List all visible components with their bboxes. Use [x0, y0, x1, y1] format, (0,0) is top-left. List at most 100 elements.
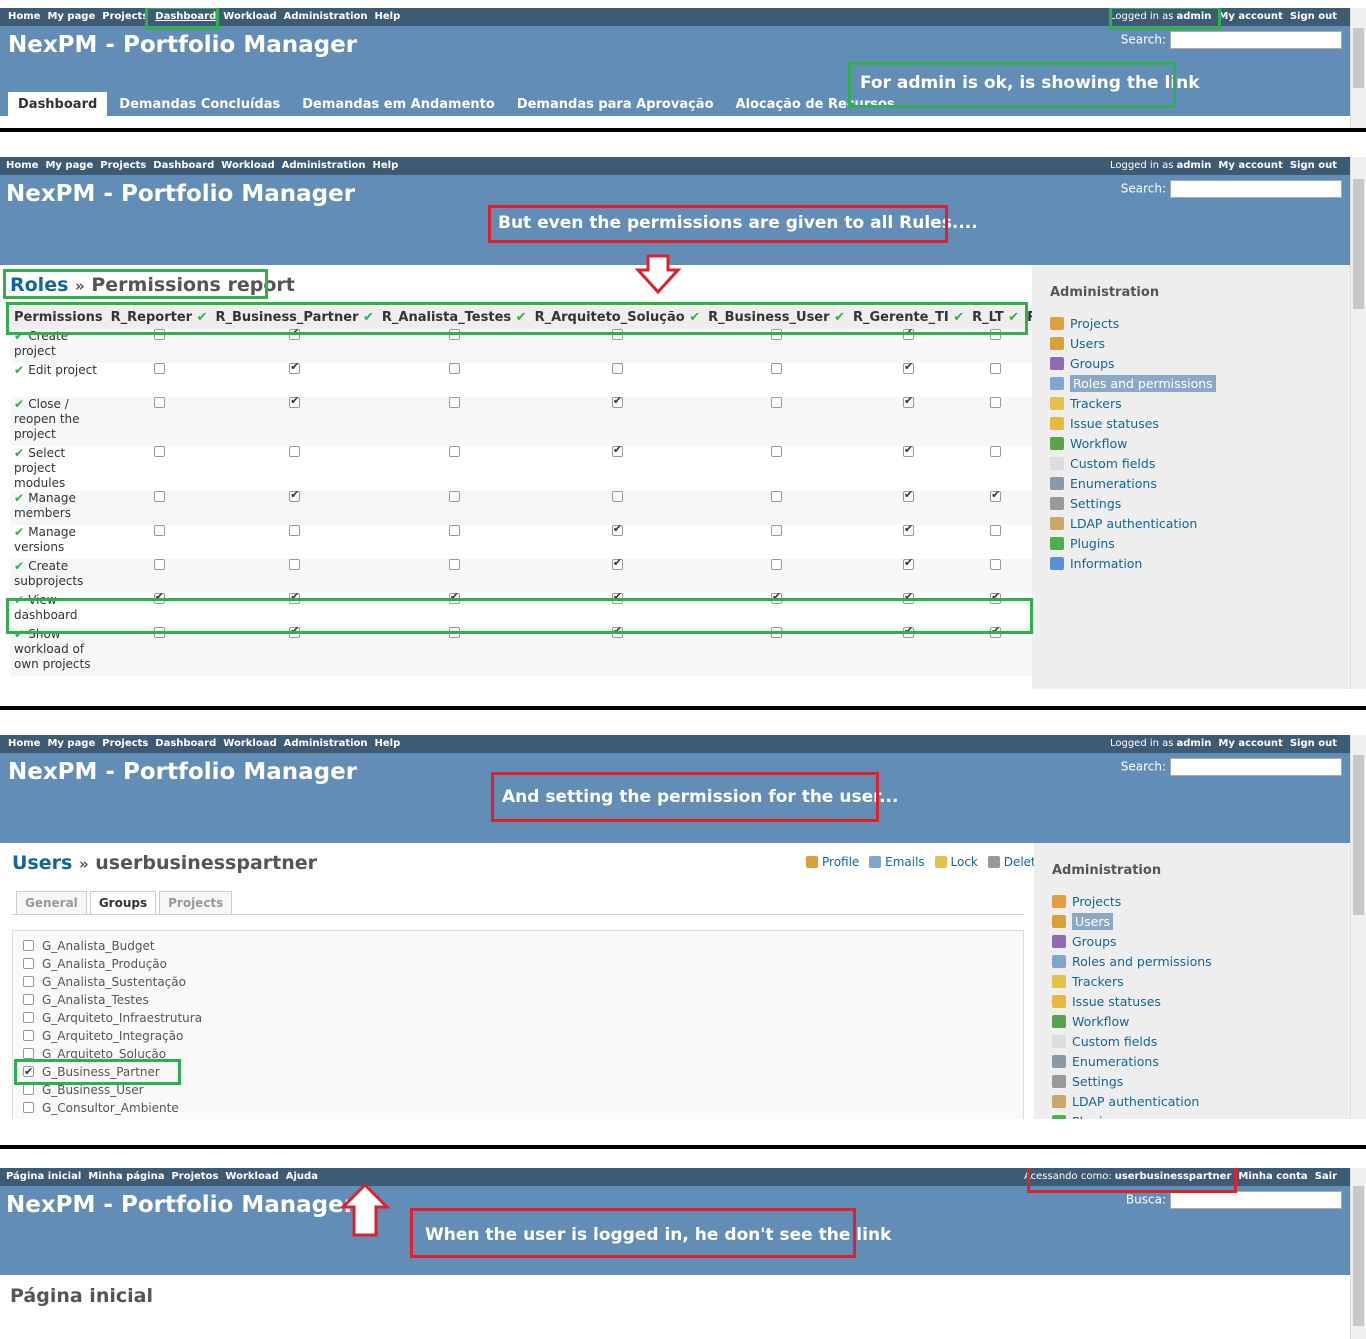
group-checkbox[interactable] [23, 1012, 34, 1023]
sidebar-item-plugins[interactable]: Plugins [1050, 534, 1350, 554]
check-row-icon[interactable]: ✔ [14, 559, 28, 573]
permission-checkbox[interactable] [153, 559, 165, 570]
permission-checkbox[interactable] [611, 556, 623, 570]
sidebar-item-workflow[interactable]: Workflow [1050, 434, 1350, 454]
sidebar-item-users[interactable]: Users [1050, 334, 1350, 354]
menu-administration[interactable]: Administration [284, 11, 368, 22]
menu-ajuda[interactable]: Ajuda [286, 1171, 318, 1182]
permission-checkbox[interactable] [903, 394, 915, 408]
sidebar-item-groups[interactable]: Groups [1050, 354, 1350, 374]
sidebar-item-workflow[interactable]: Workflow [1052, 1012, 1350, 1032]
group-item[interactable]: G_Analista_Sustentação [23, 973, 1023, 991]
sign-out-link[interactable]: Sign out [1290, 160, 1337, 171]
search-input[interactable] [1170, 758, 1342, 776]
permission-checkbox[interactable] [153, 397, 165, 408]
permission-checkbox[interactable] [448, 491, 460, 502]
permission-checkbox[interactable] [903, 360, 915, 374]
check-row-icon[interactable]: ✔ [14, 397, 28, 411]
permission-checkbox[interactable] [771, 397, 783, 408]
menu-administration[interactable]: Administration [282, 160, 366, 171]
sidebar-item-projects[interactable]: Projects [1052, 892, 1350, 912]
logged-in-user[interactable]: admin [1177, 160, 1212, 171]
sidebar-item-roles-and-permissions[interactable]: Roles and permissions [1050, 374, 1350, 394]
permission-checkbox[interactable] [289, 525, 301, 536]
check-row-icon[interactable]: ✔ [14, 446, 28, 460]
sidebar-item-projects[interactable]: Projects [1050, 314, 1350, 334]
tab-demandas-andamento[interactable]: Demandas em Andamento [292, 92, 505, 116]
sidebar-item-issue-statuses[interactable]: Issue statuses [1050, 414, 1350, 434]
group-checkbox[interactable] [23, 994, 34, 1005]
scrollbar[interactable] [1350, 735, 1366, 1119]
group-item[interactable]: G_Analista_Produção [23, 955, 1023, 973]
sidebar-item-custom-fields[interactable]: Custom fields [1052, 1032, 1350, 1052]
group-checkbox[interactable] [23, 1084, 34, 1095]
permission-checkbox[interactable] [990, 559, 1002, 570]
menu-pagina-inicial[interactable]: Página inicial [6, 1171, 81, 1182]
permission-checkbox[interactable] [771, 525, 783, 536]
permission-checkbox[interactable] [990, 363, 1002, 374]
group-checkbox[interactable] [23, 1048, 34, 1059]
group-checkbox[interactable] [23, 1102, 34, 1113]
check-row-icon[interactable]: ✔ [14, 525, 28, 539]
menu-dashboard[interactable]: Dashboard [155, 738, 216, 749]
permission-checkbox[interactable] [903, 443, 915, 457]
my-account-link[interactable]: My account [1218, 738, 1282, 749]
tab-groups[interactable]: Groups [89, 891, 157, 914]
sidebar-item-users[interactable]: Users [1052, 912, 1350, 932]
scroll-thumb[interactable] [1353, 755, 1364, 915]
menu-projects[interactable]: Projects [100, 160, 146, 171]
search-input[interactable] [1170, 1191, 1342, 1209]
permission-checkbox[interactable] [448, 525, 460, 536]
menu-workload[interactable]: Workload [225, 1171, 278, 1182]
permission-checkbox[interactable] [990, 488, 1002, 502]
permission-checkbox[interactable] [611, 363, 623, 374]
sign-out-link[interactable]: Sign out [1290, 11, 1337, 22]
scrollbar[interactable] [1350, 1168, 1366, 1339]
menu-workload[interactable]: Workload [223, 738, 276, 749]
sidebar-item-settings[interactable]: Settings [1050, 494, 1350, 514]
permission-checkbox[interactable] [153, 491, 165, 502]
permission-checkbox[interactable] [903, 488, 915, 502]
menu-dashboard[interactable]: Dashboard [153, 160, 214, 171]
sign-out-link[interactable]: Sair [1315, 1171, 1337, 1182]
menu-help[interactable]: Help [375, 738, 401, 749]
permission-checkbox[interactable] [448, 446, 460, 457]
sidebar-item-custom-fields[interactable]: Custom fields [1050, 454, 1350, 474]
group-checkbox[interactable] [23, 940, 34, 951]
permission-checkbox[interactable] [289, 559, 301, 570]
group-checkbox[interactable] [23, 958, 34, 969]
tab-general[interactable]: General [16, 891, 87, 914]
lock-link[interactable]: Lock [951, 855, 978, 869]
sign-out-link[interactable]: Sign out [1290, 738, 1337, 749]
sidebar-item-groups[interactable]: Groups [1052, 932, 1350, 952]
menu-projetos[interactable]: Projetos [171, 1171, 218, 1182]
permission-checkbox[interactable] [771, 559, 783, 570]
scroll-thumb[interactable] [1353, 28, 1364, 88]
menu-home[interactable]: Home [6, 160, 38, 171]
permission-checkbox[interactable] [153, 446, 165, 457]
tab-demandas-aprovacao[interactable]: Demandas para Aprovação [507, 92, 724, 116]
menu-home[interactable]: Home [8, 738, 40, 749]
group-checkbox[interactable] [23, 976, 34, 987]
my-account-link[interactable]: My account [1218, 11, 1282, 22]
check-row-icon[interactable]: ✔ [14, 491, 28, 505]
menu-projects[interactable]: Projects [102, 738, 148, 749]
my-account-link[interactable]: My account [1218, 160, 1282, 171]
permission-checkbox[interactable] [771, 446, 783, 457]
permission-checkbox[interactable] [990, 525, 1002, 536]
menu-help[interactable]: Help [373, 160, 399, 171]
permission-checkbox[interactable] [153, 525, 165, 536]
profile-link[interactable]: Profile [822, 855, 859, 869]
search-input[interactable] [1170, 180, 1342, 198]
group-item[interactable]: G_Arquiteto_Integração [23, 1027, 1023, 1045]
tab-demandas-concluidas[interactable]: Demandas Concluídas [109, 92, 290, 116]
scroll-thumb[interactable] [1353, 1186, 1364, 1326]
permission-checkbox[interactable] [611, 491, 623, 502]
tab-dashboard[interactable]: Dashboard [8, 92, 108, 116]
permission-checkbox[interactable] [448, 559, 460, 570]
scrollbar[interactable] [1350, 8, 1366, 128]
permission-checkbox[interactable] [990, 446, 1002, 457]
permission-checkbox[interactable] [289, 394, 301, 408]
permission-checkbox[interactable] [903, 556, 915, 570]
breadcrumb-users[interactable]: Users [12, 852, 72, 874]
